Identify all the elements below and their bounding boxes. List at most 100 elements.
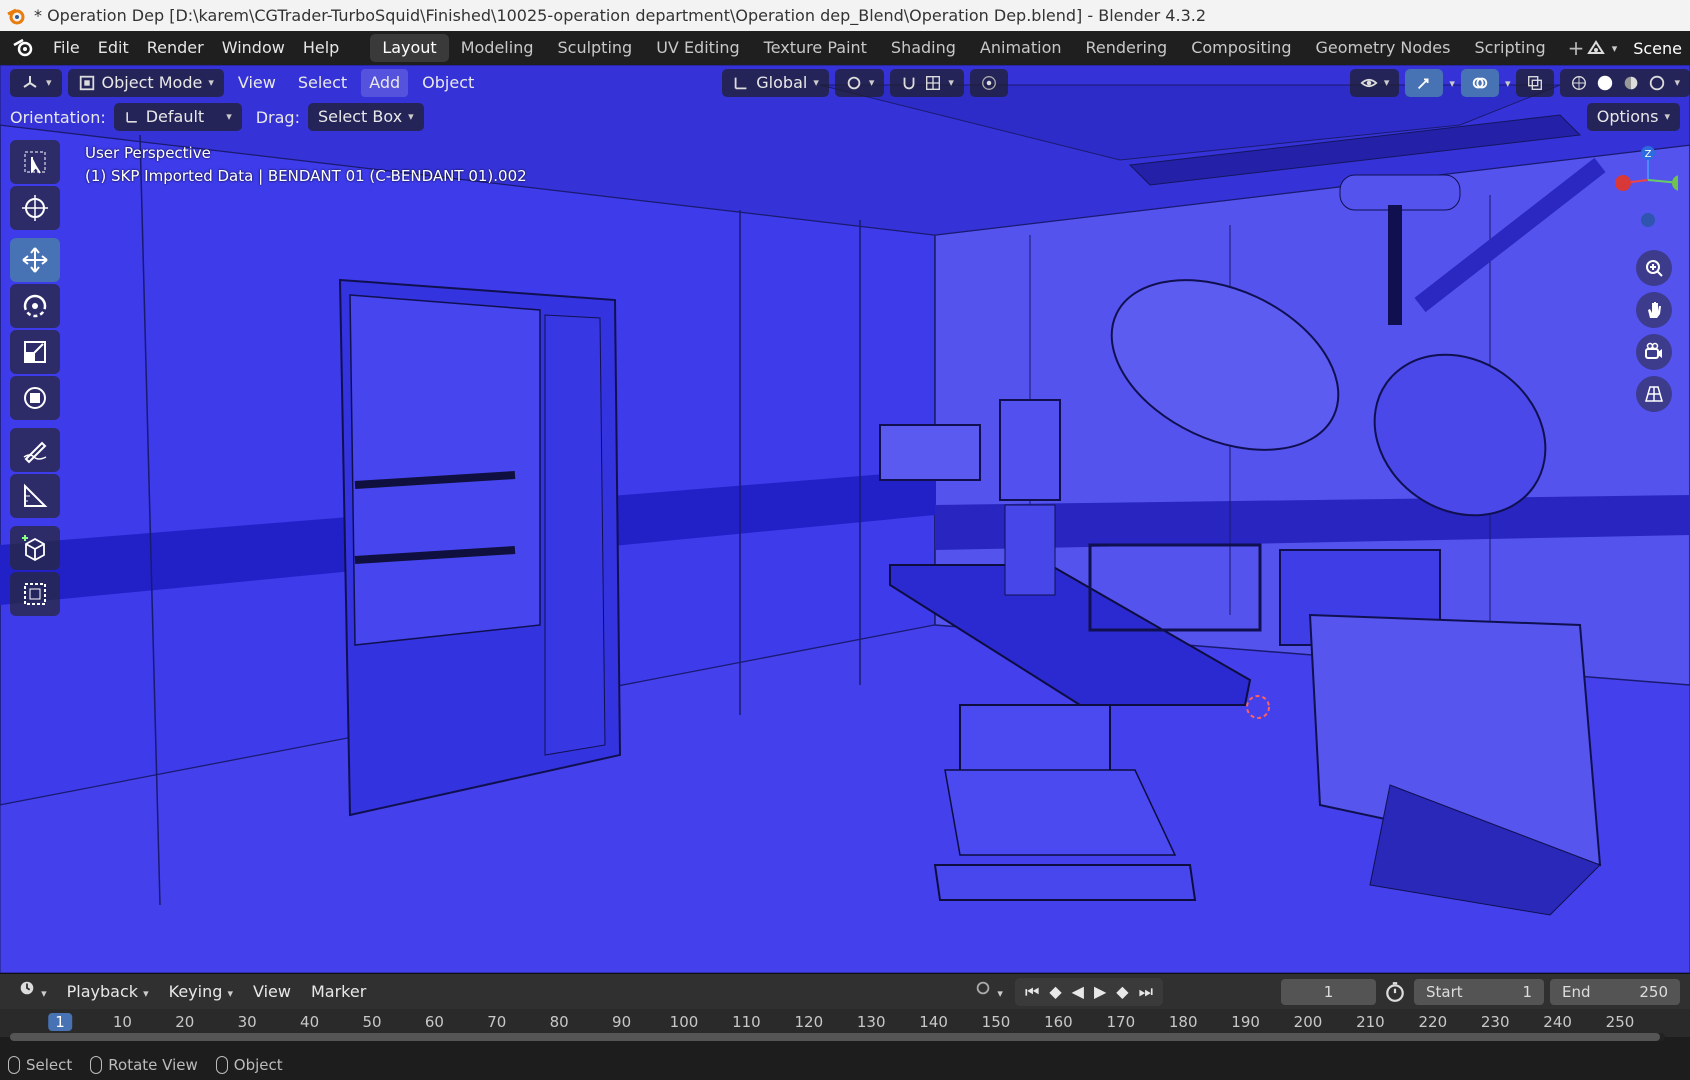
menu-help[interactable]: Help xyxy=(294,34,348,62)
jump-end-icon[interactable]: ⏭ xyxy=(1139,978,1153,1006)
rendered-shading-icon[interactable] xyxy=(1648,74,1666,92)
snap-toggle[interactable]: ▾ xyxy=(890,69,964,97)
rotate-tool-button[interactable] xyxy=(10,284,60,328)
chevron-down-icon: ▾ xyxy=(226,110,232,123)
visibility-dropdown[interactable]: ▾ xyxy=(1349,69,1400,97)
menu-playback[interactable]: Playback ▾ xyxy=(59,978,157,1006)
transform-icon xyxy=(24,387,46,409)
3d-viewport[interactable] xyxy=(0,65,1690,973)
tab-layout[interactable]: Layout xyxy=(370,34,449,62)
end-frame-field[interactable]: End 250 xyxy=(1550,978,1680,1005)
transform-tool-button[interactable] xyxy=(10,376,60,420)
menu-window[interactable]: Window xyxy=(213,34,294,62)
menu-file[interactable]: File xyxy=(44,34,89,62)
wireframe-shading-icon[interactable] xyxy=(1570,74,1588,92)
start-label: Start xyxy=(1426,982,1463,1001)
timeline-tick: 90 xyxy=(612,1013,632,1031)
next-keyframe-icon[interactable]: ◆ xyxy=(1116,978,1128,1006)
menu-view[interactable]: View xyxy=(230,69,284,97)
chevron-down-icon[interactable]: ▾ xyxy=(1449,77,1455,90)
gizmo-toggle[interactable] xyxy=(1405,69,1444,97)
play-icon[interactable]: ▶ xyxy=(1094,978,1106,1006)
menu-edit[interactable]: Edit xyxy=(89,34,138,62)
drag-dropdown[interactable]: Select Box ▾ xyxy=(307,103,424,131)
menu-select[interactable]: Select xyxy=(290,69,355,97)
proportional-edit-toggle[interactable] xyxy=(969,69,1008,97)
active-object-info: (1) SKP Imported Data | BENDANT 01 (C-BE… xyxy=(85,167,527,185)
start-frame-field[interactable]: Start 1 xyxy=(1414,978,1544,1005)
stopwatch-icon[interactable] xyxy=(1384,981,1406,1003)
orientation-dropdown[interactable]: Default ▾ xyxy=(113,103,242,131)
zoom-icon xyxy=(1646,260,1663,277)
overlays-toggle[interactable] xyxy=(1460,69,1499,97)
svg-text:Z: Z xyxy=(1645,149,1652,160)
orientation-label: Orientation: xyxy=(10,107,106,127)
tab-rendering[interactable]: Rendering xyxy=(1074,34,1180,62)
tab-sculpting[interactable]: Sculpting xyxy=(545,34,644,62)
timeline-scrollbar-thumb[interactable] xyxy=(10,1033,1660,1041)
add-cube-icon xyxy=(22,535,45,562)
tab-modeling[interactable]: Modeling xyxy=(449,34,546,62)
timeline-tick: 210 xyxy=(1356,1013,1385,1031)
transform-orientation-dropdown[interactable]: Global ▾ xyxy=(722,69,829,97)
scene-selector[interactable]: ▾ Scene xyxy=(1586,34,1690,62)
tab-texture-paint[interactable]: Texture Paint xyxy=(752,34,879,62)
axis-gizmo[interactable]: Z xyxy=(1598,140,1688,240)
timeline-editor-type[interactable]: ▾ xyxy=(10,978,55,1006)
pan-view-button[interactable] xyxy=(1636,292,1672,328)
tool-shelf xyxy=(10,140,62,618)
orientation-dropdown-value: Default xyxy=(145,107,205,126)
annotate-pencil-icon xyxy=(23,441,47,464)
viewport-scene xyxy=(0,65,1690,973)
tab-geometry-nodes[interactable]: Geometry Nodes xyxy=(1304,34,1463,62)
timeline-tick: 140 xyxy=(919,1013,948,1031)
move-tool-button[interactable] xyxy=(10,238,60,282)
timeline-tick: 220 xyxy=(1418,1013,1448,1031)
blender-menu-icon[interactable] xyxy=(12,36,36,60)
tab-uv-editing[interactable]: UV Editing xyxy=(644,34,751,62)
timeline-tick: 30 xyxy=(237,1013,257,1031)
box-select-tool-button[interactable] xyxy=(10,572,60,616)
add-cube-tool-button[interactable] xyxy=(10,526,60,570)
chevron-down-icon: ▾ xyxy=(1674,76,1680,89)
menu-object[interactable]: Object xyxy=(414,69,482,97)
auto-keying-toggle[interactable]: ▾ xyxy=(966,978,1011,1006)
current-frame-field[interactable]: 1 xyxy=(1281,978,1376,1005)
chevron-down-icon[interactable]: ▾ xyxy=(1505,77,1511,90)
prev-keyframe-icon[interactable]: ◆ xyxy=(1049,978,1061,1006)
play-reverse-icon[interactable]: ◀ xyxy=(1072,978,1084,1006)
jump-start-icon[interactable]: ⏮ xyxy=(1025,978,1039,1006)
timeline-tick: 80 xyxy=(549,1013,569,1031)
menu-timeline-view[interactable]: View xyxy=(245,978,299,1006)
select-tool-button[interactable] xyxy=(10,140,60,184)
zoom-view-button[interactable] xyxy=(1636,250,1672,286)
perspective-toggle-button[interactable] xyxy=(1636,376,1672,412)
scale-tool-button[interactable] xyxy=(10,330,60,374)
scene-label: Scene xyxy=(1633,38,1682,58)
editor-type-selector[interactable]: ▾ xyxy=(10,69,62,97)
shading-modes[interactable]: ▾ xyxy=(1560,69,1690,97)
object-mode-dropdown[interactable]: Object Mode ▾ xyxy=(67,69,224,97)
menu-render[interactable]: Render xyxy=(138,34,213,62)
grid-perspective-icon xyxy=(1645,386,1663,402)
annotate-tool-button[interactable] xyxy=(10,428,60,472)
cursor-tool-button[interactable] xyxy=(10,186,60,230)
material-shading-icon[interactable] xyxy=(1622,74,1640,92)
solid-shading-icon[interactable] xyxy=(1596,74,1614,92)
menu-add[interactable]: Add xyxy=(361,69,409,97)
menu-marker[interactable]: Marker xyxy=(303,978,374,1006)
camera-view-button[interactable] xyxy=(1636,334,1672,370)
tab-compositing[interactable]: Compositing xyxy=(1179,34,1303,62)
xray-toggle[interactable] xyxy=(1516,69,1555,97)
timeline-scrollbar[interactable] xyxy=(10,1033,1665,1041)
timeline-tick: 50 xyxy=(362,1013,382,1031)
timeline-tick: 40 xyxy=(300,1013,320,1031)
measure-tool-button[interactable] xyxy=(10,474,60,518)
menu-keying[interactable]: Keying ▾ xyxy=(161,978,241,1006)
blender-logo-icon xyxy=(7,8,25,25)
tab-scripting[interactable]: Scripting xyxy=(1462,34,1557,62)
tab-animation[interactable]: Animation xyxy=(968,34,1074,62)
options-dropdown[interactable]: Options ▾ xyxy=(1586,103,1680,131)
pivot-point-dropdown[interactable]: ▾ xyxy=(834,69,885,97)
tab-shading[interactable]: Shading xyxy=(879,34,968,62)
